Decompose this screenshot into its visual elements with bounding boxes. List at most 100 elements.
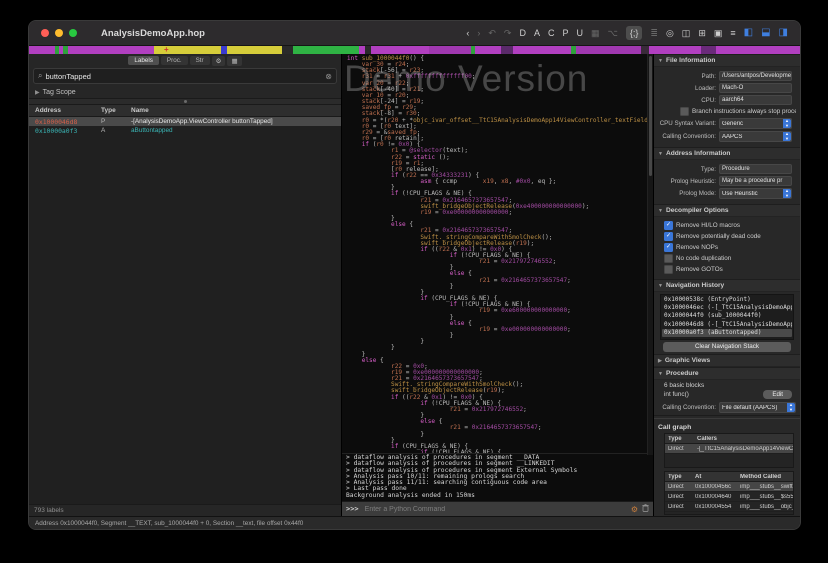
- toggle-bottom-pane-button[interactable]: ⬓: [761, 27, 770, 39]
- splitter-handle[interactable]: [29, 98, 341, 105]
- minimap-segment[interactable]: [701, 46, 716, 54]
- redo-button[interactable]: ↷: [504, 27, 512, 39]
- navigation-history-entry[interactable]: 0x1000046ec (-[_TtC15AnalysisDemoApp14Vi…: [662, 304, 792, 312]
- python-settings-icon[interactable]: ⚙: [631, 505, 638, 514]
- layout-split-button[interactable]: ⊞: [698, 27, 706, 39]
- minimap-segment[interactable]: [227, 46, 282, 54]
- column-header[interactable]: Type: [665, 474, 692, 480]
- mark-data-button[interactable]: D: [519, 27, 526, 39]
- prolog-heuristic-field[interactable]: May be a procedure pr: [719, 176, 792, 186]
- undo-button[interactable]: ↶: [488, 27, 496, 39]
- layout-right-button[interactable]: ▣: [714, 27, 723, 39]
- close-button[interactable]: [41, 29, 49, 37]
- table-row[interactable]: 0x1000046d8P-[AnalysisDemoApp.ViewContro…: [29, 117, 341, 126]
- mark-undefined-button[interactable]: U: [576, 27, 583, 39]
- pseudocode-mode-button[interactable]: {;}: [626, 26, 643, 40]
- edit-signature-button[interactable]: Edit: [763, 390, 792, 399]
- minimap-segment[interactable]: [29, 46, 55, 54]
- minimap-segment[interactable]: [716, 46, 801, 54]
- section-navigation-history[interactable]: ▼ Navigation History: [654, 279, 800, 292]
- minimap-segment[interactable]: [641, 46, 649, 54]
- checkbox-icon[interactable]: ✓: [664, 243, 673, 252]
- calling-convention-dropdown[interactable]: AAPCS▲▼: [719, 131, 792, 142]
- minimap-segment[interactable]: [513, 46, 571, 54]
- table-row[interactable]: Direct0x10000456cimp___stubs__swift…: [665, 482, 793, 492]
- table-row[interactable]: Direct0x100004554imp___stubs__objc_…: [665, 502, 793, 512]
- decompiler-option[interactable]: Remove GOTOs: [664, 265, 796, 274]
- minimap-segment[interactable]: [371, 46, 429, 54]
- grid-icon[interactable]: ▦: [227, 56, 241, 66]
- minimap-segment[interactable]: [68, 46, 154, 54]
- table-row[interactable]: Direct0x1000045f0imp___stubs__$sS…: [665, 512, 793, 515]
- section-procedure[interactable]: ▼ Procedure: [654, 367, 800, 380]
- minimap-segment[interactable]: [501, 46, 513, 54]
- cfg-mode-button[interactable]: ⌥: [608, 27, 618, 39]
- checkbox-icon[interactable]: [680, 107, 689, 116]
- gear-icon[interactable]: ⚙: [212, 56, 226, 66]
- clear-console-icon[interactable]: [642, 504, 649, 514]
- sidebar-tab-str[interactable]: Str: [190, 56, 210, 65]
- navigation-history-entry[interactable]: 0x1000044f0 (sub_1000044f0): [662, 312, 792, 320]
- procedure-calling-convention-dropdown[interactable]: File default (AAPCS)▲▼: [719, 402, 796, 413]
- pseudocode-view[interactable]: int sub_1000044f0() { var_30 = r24; stac…: [342, 54, 653, 453]
- zoom-button[interactable]: [69, 29, 77, 37]
- listing-mode-button[interactable]: ≣: [650, 27, 658, 39]
- checkbox-icon[interactable]: [664, 254, 673, 263]
- checkbox-icon[interactable]: ✓: [664, 221, 673, 230]
- branch-stop-checkbox[interactable]: Branch instructions always stop proced: [680, 107, 796, 116]
- scrollbar-thumb[interactable]: [649, 56, 652, 176]
- section-graphic-views[interactable]: ▶ Graphic Views: [654, 354, 800, 367]
- minimize-button[interactable]: [55, 29, 63, 37]
- table-row[interactable]: Direct-[_TtC15AnalysisDemoApp14ViewCo…: [665, 444, 793, 454]
- layout-list-button[interactable]: ≡: [730, 27, 735, 39]
- section-decompiler-options[interactable]: ▼ Decompiler Options: [654, 204, 800, 217]
- toggle-right-pane-button[interactable]: ◨: [779, 27, 788, 39]
- mark-code-button[interactable]: C: [548, 27, 555, 39]
- navigation-history-entry[interactable]: 0x1000046d8 (-[_TtC15AnalysisDemoApp14Vi…: [662, 321, 792, 329]
- navigation-history-entry[interactable]: 0x10000a0f3 (aButtontapped): [662, 329, 792, 337]
- minimap-segment[interactable]: [649, 46, 701, 54]
- search-input[interactable]: [45, 72, 325, 81]
- clear-navigation-stack-button[interactable]: Clear Navigation Stack: [663, 342, 791, 352]
- forward-button[interactable]: ›: [477, 27, 480, 39]
- mark-ascii-button[interactable]: A: [534, 27, 540, 39]
- decompiler-option[interactable]: ✓Remove NOPs: [664, 243, 796, 252]
- navigation-minimap[interactable]: +: [29, 46, 800, 54]
- code-scrollbar[interactable]: [647, 54, 653, 455]
- decompiler-option[interactable]: No code duplication: [664, 254, 796, 263]
- checkbox-icon[interactable]: [664, 265, 673, 274]
- prolog-mode-dropdown[interactable]: Use Heuristic▲▼: [719, 188, 792, 199]
- clear-search-icon[interactable]: ⊗: [325, 72, 332, 81]
- layout-left-button[interactable]: ◫: [682, 27, 691, 39]
- toggle-left-pane-button[interactable]: ◧: [744, 27, 753, 39]
- mark-procedure-button[interactable]: P: [562, 27, 568, 39]
- minimap-segment[interactable]: [293, 46, 359, 54]
- cpu-syntax-dropdown[interactable]: Generic▲▼: [719, 118, 792, 129]
- loader-field[interactable]: Mach-O: [719, 83, 792, 93]
- column-header[interactable]: Callers: [694, 436, 793, 442]
- column-header[interactable]: Type: [665, 436, 694, 442]
- checkbox-icon[interactable]: ✓: [664, 232, 673, 241]
- tag-scope-disclosure[interactable]: ▶Tag Scope: [29, 87, 341, 98]
- decompiler-option[interactable]: ✓Remove HI/LO macros: [664, 221, 796, 230]
- sidebar-tab-labels[interactable]: Labels: [128, 56, 159, 65]
- cpu-field[interactable]: aarch64: [719, 95, 792, 105]
- minimap-segment[interactable]: [475, 46, 501, 54]
- path-field[interactable]: /Users/antpos/Development/Reverse E: [719, 71, 792, 81]
- decompiler-option[interactable]: ✓Remove potentially dead code: [664, 232, 796, 241]
- navigation-history-entry[interactable]: 0x10000538c (EntryPoint): [662, 296, 792, 304]
- section-file-information[interactable]: ▼ File Information: [654, 54, 800, 67]
- table-row[interactable]: Direct0x100004640imp___stubs__$s55…: [665, 492, 793, 502]
- sidebar-tab-proc[interactable]: Proc.: [161, 56, 188, 65]
- section-address-information[interactable]: ▼ Address Information: [654, 147, 800, 160]
- minimap-segment[interactable]: [282, 46, 293, 54]
- column-header[interactable]: Method Called: [737, 474, 793, 480]
- address-type-field[interactable]: Procedure: [719, 164, 792, 174]
- minimap-segment[interactable]: [429, 46, 471, 54]
- back-button[interactable]: ‹: [466, 27, 469, 39]
- python-command-input[interactable]: [363, 505, 627, 514]
- search-field[interactable]: ⌕ ⊗: [33, 68, 337, 84]
- hex-mode-button[interactable]: ▦: [591, 27, 600, 39]
- minimap-segment[interactable]: [576, 46, 641, 54]
- table-row[interactable]: 0x10000a0f3AaButtontapped: [29, 126, 341, 135]
